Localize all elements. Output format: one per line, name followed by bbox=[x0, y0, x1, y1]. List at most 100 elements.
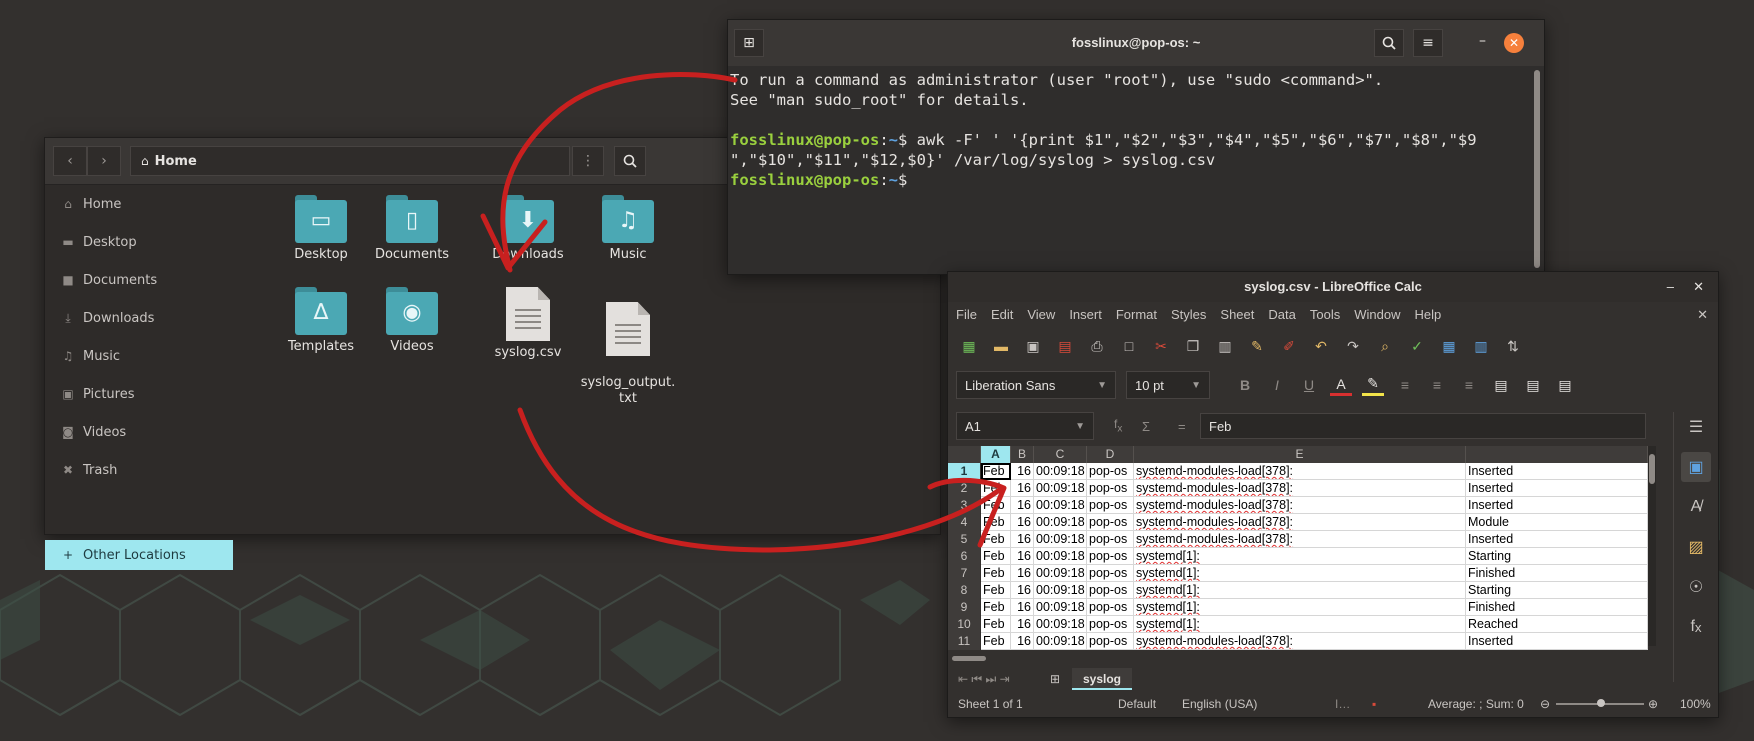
column-header[interactable]: C bbox=[1034, 446, 1087, 463]
row-header[interactable]: 6 bbox=[948, 548, 980, 565]
table-cell[interactable]: Feb bbox=[981, 497, 1011, 514]
minimize-button[interactable]: – bbox=[1667, 272, 1674, 302]
table-cell[interactable]: Reached bbox=[1466, 616, 1648, 633]
sidebar-item-trash[interactable]: ✖ Trash bbox=[45, 451, 233, 489]
row-header[interactable]: 7 bbox=[948, 565, 980, 582]
sheet-tab[interactable]: syslog bbox=[1072, 668, 1132, 690]
file-item-desktop[interactable]: ▭ Desktop bbox=[271, 195, 371, 263]
menu-window[interactable]: Window bbox=[1354, 304, 1400, 326]
table-cell[interactable]: systemd-modules-load[378]: bbox=[1134, 514, 1466, 531]
file-item-downloads[interactable]: ⬇ Downloads bbox=[478, 195, 578, 263]
table-cell[interactable]: systemd[1]: bbox=[1134, 548, 1466, 565]
file-item-syslog-output[interactable]: syslog_output. txt bbox=[578, 287, 678, 422]
table-cell[interactable]: 00:09:18 bbox=[1034, 599, 1087, 616]
table-cell[interactable]: Feb bbox=[981, 582, 1011, 599]
table-cell[interactable]: Inserted bbox=[1466, 463, 1648, 480]
column-icon[interactable]: ▥ bbox=[1470, 335, 1492, 357]
row-header[interactable]: 1 bbox=[948, 463, 980, 480]
path-bar[interactable]: ⌂ Home bbox=[130, 146, 570, 176]
menu-sheet[interactable]: Sheet bbox=[1220, 304, 1254, 326]
cut-icon[interactable]: ✂ bbox=[1150, 335, 1172, 357]
paste-icon[interactable]: ▥ bbox=[1214, 335, 1236, 357]
table-cell[interactable]: Starting bbox=[1466, 548, 1648, 565]
file-item-music[interactable]: ♫ Music bbox=[578, 195, 678, 263]
font-name-box[interactable]: Liberation Sans ▼ bbox=[956, 371, 1116, 399]
selection-mode-icon[interactable]: I… bbox=[1335, 697, 1350, 711]
table-cell[interactable]: 00:09:18 bbox=[1034, 531, 1087, 548]
forward-button[interactable]: › bbox=[87, 146, 121, 176]
bold-icon[interactable]: B bbox=[1234, 374, 1256, 396]
table-cell[interactable]: pop-os bbox=[1087, 582, 1134, 599]
italic-icon[interactable]: I bbox=[1266, 374, 1288, 396]
search-button[interactable] bbox=[614, 146, 646, 176]
terminal-scrollbar[interactable] bbox=[1534, 70, 1540, 268]
properties-icon[interactable]: ▣ bbox=[1681, 452, 1711, 482]
table-cell[interactable]: systemd[1]: bbox=[1134, 565, 1466, 582]
sheet-nav-icons[interactable]: ⇤ ⏮ ⏭ ⇥ bbox=[958, 668, 1010, 690]
sidebar-item-documents[interactable]: ■ Documents bbox=[45, 261, 233, 299]
terminal-output[interactable]: To run a command as administrator (user … bbox=[730, 70, 1530, 190]
row-header[interactable]: 5 bbox=[948, 531, 980, 548]
table-cell[interactable]: Finished bbox=[1466, 599, 1648, 616]
table-cell[interactable]: Starting bbox=[1466, 582, 1648, 599]
table-cell[interactable]: systemd[1]: bbox=[1134, 599, 1466, 616]
table-cell[interactable]: pop-os bbox=[1087, 616, 1134, 633]
highlight-icon[interactable]: ✎ bbox=[1362, 375, 1384, 396]
corner-select-all[interactable] bbox=[948, 446, 981, 463]
table-cell[interactable]: 00:09:18 bbox=[1034, 633, 1087, 650]
table-cell[interactable]: Feb bbox=[981, 514, 1011, 531]
sidebar-menu-icon[interactable]: ☰ bbox=[1681, 412, 1711, 442]
table-cell[interactable]: 00:09:18 bbox=[1034, 616, 1087, 633]
sidebar-item-desktop[interactable]: ▬ Desktop bbox=[45, 223, 233, 261]
sum-icon[interactable]: Σ bbox=[1142, 419, 1150, 434]
table-cell[interactable]: 00:09:18 bbox=[1034, 463, 1087, 480]
new-spreadsheet-icon[interactable]: ▦ bbox=[958, 335, 980, 357]
spelling-icon[interactable]: ✓ bbox=[1406, 335, 1428, 357]
table-cell[interactable]: 00:09:18 bbox=[1034, 548, 1087, 565]
find-replace-icon[interactable]: ⌕ bbox=[1374, 335, 1396, 357]
table-cell[interactable]: 16 bbox=[1011, 497, 1034, 514]
table-cell[interactable]: Inserted bbox=[1466, 531, 1648, 548]
formula-equals-icon[interactable]: = bbox=[1178, 419, 1186, 434]
row-header[interactable]: 10 bbox=[948, 616, 980, 633]
horizontal-scrollbar[interactable] bbox=[948, 654, 1648, 662]
table-cell[interactable]: systemd-modules-load[378]: bbox=[1134, 633, 1466, 650]
file-item-documents[interactable]: ▯ Documents bbox=[362, 195, 462, 263]
table-cell[interactable]: Feb bbox=[981, 480, 1011, 497]
close-document-button[interactable]: ✕ bbox=[1697, 304, 1708, 326]
page-style[interactable]: Default bbox=[1118, 697, 1156, 711]
table-cell[interactable]: 16 bbox=[1011, 531, 1034, 548]
table-cell[interactable]: 00:09:18 bbox=[1034, 582, 1087, 599]
digital-signature-icon[interactable]: ▪ bbox=[1372, 697, 1376, 711]
file-item-syslog-csv[interactable]: syslog.csv bbox=[478, 287, 578, 361]
table-cell[interactable]: 16 bbox=[1011, 514, 1034, 531]
table-cell[interactable]: systemd[1]: bbox=[1134, 582, 1466, 599]
table-cell[interactable]: systemd-modules-load[378]: bbox=[1134, 497, 1466, 514]
table-cell[interactable]: 16 bbox=[1011, 548, 1034, 565]
column-header[interactable]: A bbox=[981, 446, 1011, 463]
open-folder-icon[interactable]: ▬ bbox=[990, 335, 1012, 357]
row-icon[interactable]: ▦ bbox=[1438, 335, 1460, 357]
table-cell[interactable]: 16 bbox=[1011, 463, 1034, 480]
table-cell[interactable]: Inserted bbox=[1466, 497, 1648, 514]
row-header[interactable]: 4 bbox=[948, 514, 980, 531]
menu-view[interactable]: View bbox=[1027, 304, 1055, 326]
table-cell[interactable]: Feb bbox=[981, 531, 1011, 548]
table-cell[interactable]: pop-os bbox=[1087, 480, 1134, 497]
sidebar-item-videos[interactable]: ◙ Videos bbox=[45, 413, 233, 451]
font-color-icon[interactable]: A bbox=[1330, 375, 1352, 396]
align-bottom-icon[interactable]: ▤ bbox=[1554, 374, 1576, 396]
menu-help[interactable]: Help bbox=[1414, 304, 1441, 326]
close-button[interactable]: ✕ bbox=[1504, 33, 1524, 53]
table-cell[interactable]: Module bbox=[1466, 514, 1648, 531]
table-cell[interactable]: 00:09:18 bbox=[1034, 565, 1087, 582]
menu-edit[interactable]: Edit bbox=[991, 304, 1013, 326]
table-cell[interactable]: 16 bbox=[1011, 599, 1034, 616]
table-cell[interactable]: pop-os bbox=[1087, 514, 1134, 531]
table-cell[interactable]: 00:09:18 bbox=[1034, 497, 1087, 514]
column-header[interactable]: E bbox=[1134, 446, 1466, 463]
table-cell[interactable]: Finished bbox=[1466, 565, 1648, 582]
column-header[interactable]: B bbox=[1011, 446, 1034, 463]
table-cell[interactable]: 16 bbox=[1011, 633, 1034, 650]
function-wizard-icon[interactable]: fx bbox=[1114, 417, 1122, 434]
